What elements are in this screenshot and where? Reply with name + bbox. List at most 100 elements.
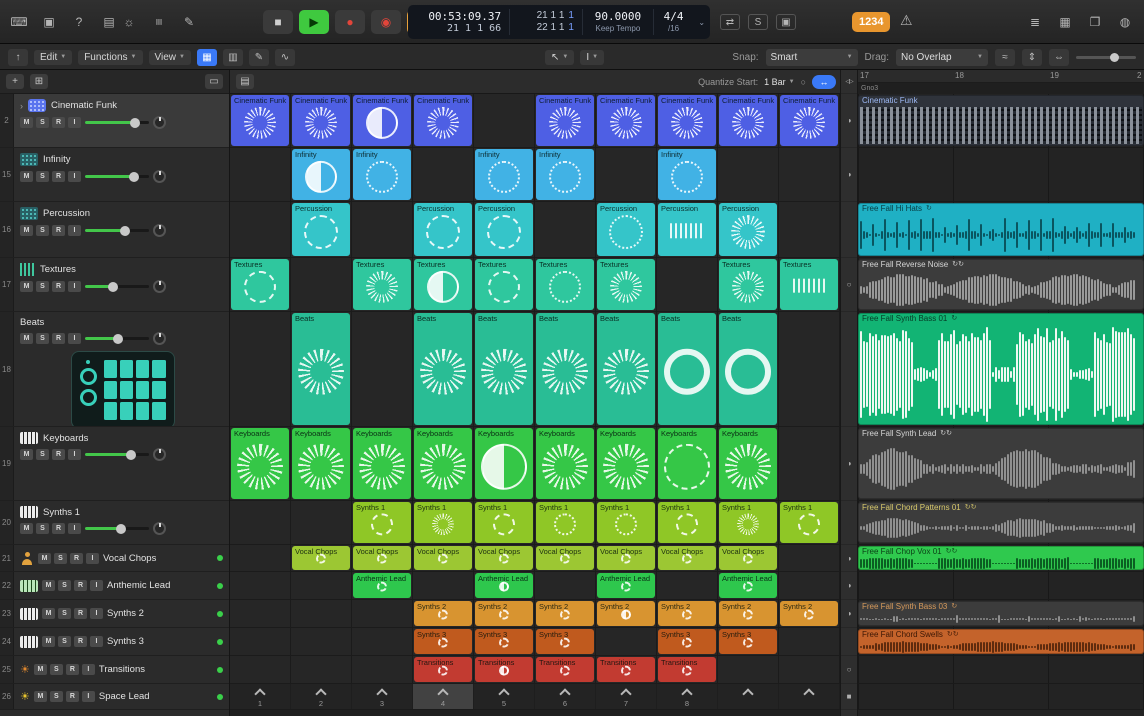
loop-cell[interactable]: Synths 3 — [718, 628, 779, 655]
loop-cell[interactable] — [779, 202, 840, 257]
track-m-button[interactable]: M — [20, 225, 33, 236]
loop-cell[interactable]: Keyboards — [535, 427, 596, 500]
loop-cell[interactable] — [596, 628, 657, 655]
track-header[interactable]: 16PercussionMSRI — [0, 202, 229, 258]
row-divider-icon[interactable]: ◑ — [841, 545, 857, 572]
loop-cell[interactable]: Anthemic Lead — [352, 572, 413, 599]
loop-cell[interactable]: Synths 2 — [657, 600, 718, 627]
loop-cell[interactable]: Infinity — [535, 148, 596, 201]
record-button[interactable]: ● — [335, 10, 365, 34]
divider-bottom-icon[interactable]: ■ — [841, 684, 857, 710]
loop-cell[interactable]: Anthemic Lead — [596, 572, 657, 599]
pan-knob[interactable] — [153, 224, 166, 237]
track-header[interactable]: 25☀MSRITransitions — [0, 656, 229, 684]
volume-slider[interactable] — [85, 229, 149, 232]
count-in-badge[interactable]: 1234 — [852, 12, 890, 32]
scene-trigger[interactable]: 4 — [413, 684, 474, 709]
loop-cell[interactable]: Keyboards — [657, 427, 718, 500]
loop-cell[interactable]: Infinity — [291, 148, 352, 201]
loop-cell[interactable]: Cinematic Funk — [413, 94, 474, 147]
track-i-button[interactable]: I — [68, 171, 81, 182]
scene-menu-icon[interactable]: ▤ — [236, 74, 254, 89]
loop-cell[interactable] — [291, 501, 352, 544]
duplicate-track-button[interactable]: ⊞ — [30, 74, 48, 89]
track-r-button[interactable]: R — [52, 449, 65, 460]
loop-cell[interactable]: Synths 3 — [535, 628, 596, 655]
stop-button[interactable]: ■ — [263, 10, 293, 34]
track-m-button[interactable]: M — [34, 664, 47, 675]
drag-dropdown[interactable]: No Overlap▼ — [896, 49, 988, 66]
track-m-button[interactable]: M — [34, 691, 47, 702]
region[interactable]: Free Fall Synth Bass 03↻ — [858, 601, 1144, 626]
track-s-button[interactable]: S — [50, 664, 63, 675]
lcd-display[interactable]: 00:53:09.37 21 1 1 66 21 1 11 22 1 11 90… — [408, 5, 710, 39]
track-i-button[interactable]: I — [68, 281, 81, 292]
loop-cell[interactable]: Infinity — [657, 148, 718, 201]
row-divider-icon[interactable] — [841, 312, 857, 427]
track-header[interactable]: 2›Cinematic FunkMSRI — [0, 94, 229, 148]
disclosure-triangle[interactable]: › — [20, 101, 23, 111]
track-i-button[interactable]: I — [82, 664, 95, 675]
loop-cell[interactable]: Synths 1 — [352, 501, 413, 544]
scene-trigger[interactable]: 1 — [230, 684, 291, 709]
loop-cell[interactable]: Textures — [352, 258, 413, 311]
loop-cell[interactable]: Vocal Chops — [291, 545, 352, 571]
loop-cell[interactable]: Synths 2 — [596, 600, 657, 627]
track-r-button[interactable]: R — [74, 636, 87, 647]
track-i-button[interactable]: I — [90, 580, 103, 591]
secondary-tool-selector[interactable]: I▼ — [580, 50, 604, 65]
loop-cell[interactable] — [352, 312, 413, 426]
loop-cell[interactable]: Beats — [718, 312, 779, 426]
loop-cell[interactable]: Textures — [230, 258, 291, 311]
loop-cell[interactable]: Cinematic Funk — [596, 94, 657, 147]
loop-cell[interactable]: Transitions — [596, 656, 657, 683]
loop-cell[interactable] — [718, 148, 779, 201]
horizontal-zoom-icon[interactable]: ⇔ — [1049, 49, 1069, 66]
loop-cell[interactable]: Textures — [718, 258, 779, 311]
mixer-icon[interactable]: ≡ — [150, 11, 168, 33]
loop-cell[interactable]: Cinematic Funk — [352, 94, 413, 147]
scene-trigger[interactable]: 5 — [474, 684, 535, 709]
loop-cell[interactable] — [779, 628, 840, 655]
loop-cell[interactable] — [291, 258, 352, 311]
loop-cell[interactable] — [230, 572, 291, 599]
track-r-button[interactable]: R — [52, 333, 65, 344]
region[interactable]: Free Fall Chord Patterns 01↻↻ — [858, 502, 1144, 543]
loop-cell[interactable] — [230, 148, 291, 201]
record-quantize-icon[interactable]: ○ — [801, 77, 806, 87]
loop-cell[interactable] — [230, 501, 291, 544]
divider-collapse-icon[interactable]: ◁▷ — [841, 70, 857, 94]
loop-cell[interactable]: Keyboards — [230, 427, 291, 500]
loop-cell[interactable]: Transitions — [535, 656, 596, 683]
loop-cell[interactable]: Vocal Chops — [657, 545, 718, 571]
track-m-button[interactable]: M — [20, 281, 33, 292]
loop-cell[interactable]: Vocal Chops — [413, 545, 474, 571]
loop-cell[interactable]: Keyboards — [413, 427, 474, 500]
track-i-button[interactable]: I — [90, 636, 103, 647]
row-divider-icon[interactable]: ◑ — [841, 148, 857, 202]
grid-arrange-divider[interactable]: ◁▷◑◑○◑◑◑◑○■ — [840, 70, 858, 716]
scene-trigger[interactable]: 2 — [291, 684, 352, 709]
loop-cell[interactable] — [596, 148, 657, 201]
inspector-icon[interactable]: ▤ — [98, 13, 120, 31]
lcd-chevron-icon[interactable]: ⌄ — [693, 18, 710, 27]
loop-cell[interactable]: Transitions — [657, 656, 718, 683]
loop-cell[interactable] — [352, 628, 413, 655]
smart-controls-icon[interactable]: ☼ — [118, 13, 140, 31]
loop-cell[interactable] — [230, 545, 291, 571]
loop-cell[interactable] — [779, 545, 840, 571]
zoom-slider[interactable] — [1076, 56, 1136, 59]
track-m-button[interactable]: M — [20, 171, 33, 182]
loop-cell[interactable] — [291, 656, 352, 683]
loop-cell[interactable] — [657, 572, 718, 599]
pan-knob[interactable] — [153, 116, 166, 129]
row-divider-icon[interactable]: ○ — [841, 656, 857, 684]
header-view-icon[interactable]: ▭ — [205, 74, 223, 89]
track-r-button[interactable]: R — [66, 691, 79, 702]
scene-trigger[interactable]: 6 — [535, 684, 596, 709]
pan-knob[interactable] — [153, 332, 166, 345]
play-button[interactable]: ▶ — [299, 10, 329, 34]
volume-slider[interactable] — [85, 121, 149, 124]
loop-cell[interactable]: Keyboards — [291, 427, 352, 500]
track-m-button[interactable]: M — [42, 636, 55, 647]
